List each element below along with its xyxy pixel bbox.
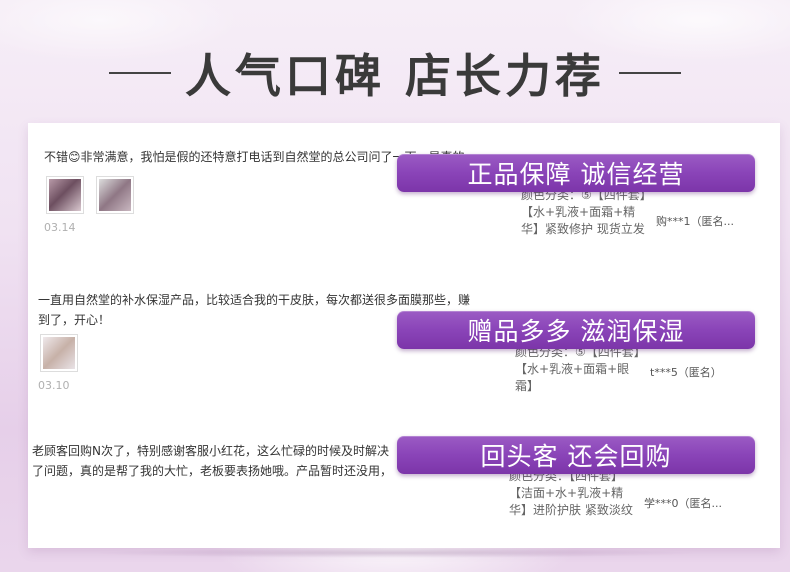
panel-bottom-shadow: [90, 548, 700, 558]
review-1-user: 购***1（匿名...: [656, 215, 734, 228]
review-1-photo-2[interactable]: [96, 176, 134, 214]
review-2-user: t***5（匿名）: [650, 366, 722, 379]
review-3-spec: 颜色分类：【四件套】【洁面+水+乳液+精华】进阶护肤 紧致淡纹: [509, 469, 633, 517]
review-1-date: 03.14: [44, 221, 76, 234]
banner-authentic-guarantee: 正品保障 诚信经营: [397, 154, 755, 192]
header-dash-left: [108, 72, 171, 74]
review-3-text: 老顾客回购N次了，特别感谢客服小红花，这么忙碌的时候及时解决了问题，真的是帮了我…: [32, 444, 393, 478]
page-title: 人气口碑 店长力荐: [184, 49, 605, 103]
header-dash-right: [619, 72, 681, 74]
banner-many-gifts: 赠品多多 滋润保湿: [397, 311, 755, 349]
review-3-user: 学***0（匿名...: [644, 497, 722, 510]
page-header: 人气口碑 店长力荐: [0, 38, 790, 108]
review-2-photo-1[interactable]: [40, 334, 78, 372]
review-1-spec: 颜色分类：⑤【四件套】【水+乳液+面霜+精华】紧致修护 现货立发: [521, 188, 646, 236]
banner-repeat-customer: 回头客 还会回购: [397, 436, 755, 474]
review-2-spec: 颜色分类：⑤【四件套】【水+乳液+面霜+眼霜】: [515, 345, 640, 393]
review-1-photo-1[interactable]: [46, 176, 84, 214]
review-2-date: 03.10: [38, 379, 70, 392]
